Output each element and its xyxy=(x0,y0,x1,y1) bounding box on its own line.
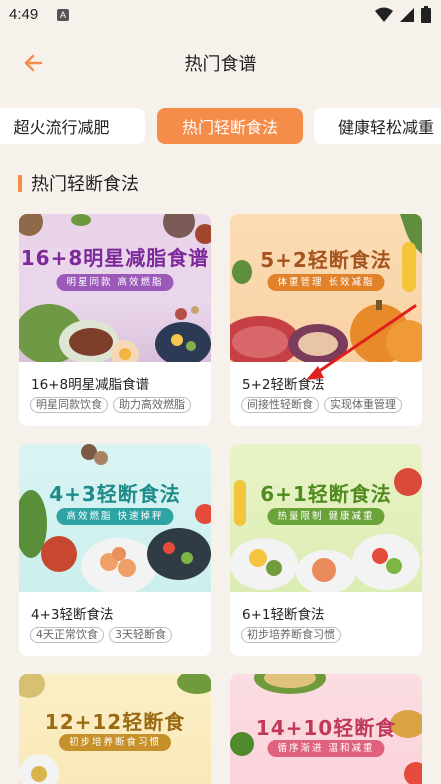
status-icons xyxy=(375,6,431,23)
recipe-card-6-1[interactable]: 6+1轻断食法 热量限制 健康减重 6+1轻断食法 初步培养断食习惯 xyxy=(230,444,422,656)
banner-subtitle: 热量限制 健康减重 xyxy=(267,508,385,525)
recipe-card-12-12[interactable]: 12+12轻断食 初步培养断食习惯 xyxy=(19,674,211,784)
banner-title: 14+10轻断食 xyxy=(255,716,397,740)
section-accent-bar xyxy=(18,174,22,192)
section-heading: 热门轻断食法 xyxy=(18,171,139,195)
banner-title: 5+2轻断食法 xyxy=(260,248,392,272)
status-time: 4:49 xyxy=(9,6,39,23)
banner-title: 12+12轻断食 xyxy=(44,710,186,734)
signal-icon xyxy=(400,7,414,22)
battery-icon xyxy=(421,6,431,23)
card-title: 4+3轻断食法 xyxy=(31,607,114,623)
card-tag: 3天轻断食 xyxy=(109,627,172,643)
card-tag: 助力高效燃脂 xyxy=(113,397,191,413)
card-title: 6+1轻断食法 xyxy=(242,607,325,623)
recipe-banner-image: 16+8明星减脂食谱 明星同款 高效燃脂 xyxy=(19,214,211,362)
recipe-card-4-3[interactable]: 4+3轻断食法 高效燃脂 快速掉秤 4+3轻断食法 4天正常饮食 3天轻断食 xyxy=(19,444,211,656)
banner-subtitle: 初步培养断食习惯 xyxy=(58,734,172,751)
card-tags: 明星同款饮食 助力高效燃脂 xyxy=(30,397,191,413)
wifi-icon xyxy=(375,7,393,22)
card-title: 16+8明星减脂食谱 xyxy=(31,377,150,393)
banner-title: 6+1轻断食法 xyxy=(260,482,392,506)
recipe-banner-image: 5+2轻断食法 体重管理 长效减脂 xyxy=(230,214,422,362)
recipe-banner-image: 4+3轻断食法 高效燃脂 快速掉秤 xyxy=(19,444,211,592)
notification-a-icon: A xyxy=(57,9,69,21)
card-tag: 初步培养断食习惯 xyxy=(241,627,341,643)
tab-healthy-weight-loss[interactable]: 健康轻松减重 xyxy=(314,108,441,144)
card-title: 5+2轻断食法 xyxy=(242,377,325,393)
recipe-card-14-10[interactable]: 14+10轻断食 循序渐进 温和减重 xyxy=(230,674,422,784)
banner-title: 16+8明星减脂食谱 xyxy=(20,246,210,270)
banner-title: 4+3轻断食法 xyxy=(49,482,181,506)
tab-trending-diet[interactable]: 超火流行减肥 xyxy=(0,108,145,144)
card-tags: 4天正常饮食 3天轻断食 xyxy=(30,627,172,643)
banner-subtitle: 体重管理 长效减脂 xyxy=(267,274,385,291)
header: 热门食谱 xyxy=(0,38,441,88)
card-tags: 初步培养断食习惯 xyxy=(241,627,341,643)
recipe-banner-image: 12+12轻断食 初步培养断食习惯 xyxy=(19,674,211,784)
tab-intermittent-fasting[interactable]: 热门轻断食法 xyxy=(157,108,303,144)
recipe-banner-image: 14+10轻断食 循序渐进 温和减重 xyxy=(230,674,422,784)
card-tag: 间接性轻断食 xyxy=(241,397,319,413)
card-tag: 实现体重管理 xyxy=(324,397,402,413)
card-tag: 明星同款饮食 xyxy=(30,397,108,413)
recipe-card-16-8[interactable]: 16+8明星减脂食谱 明星同款 高效燃脂 16+8明星减脂食谱 明星同款饮食 助… xyxy=(19,214,211,426)
recipe-card-5-2[interactable]: 5+2轻断食法 体重管理 长效减脂 5+2轻断食法 间接性轻断食 实现体重管理 xyxy=(230,214,422,426)
banner-subtitle: 高效燃脂 快速掉秤 xyxy=(56,508,174,525)
status-bar: 4:49 A xyxy=(0,0,441,32)
card-tag: 4天正常饮食 xyxy=(30,627,104,643)
banner-subtitle: 明星同款 高效燃脂 xyxy=(56,274,174,291)
category-tabs: 超火流行减肥 热门轻断食法 健康轻松减重 xyxy=(0,108,441,144)
recipe-banner-image: 6+1轻断食法 热量限制 健康减重 xyxy=(230,444,422,592)
section-title: 热门轻断食法 xyxy=(31,174,139,195)
page-title: 热门食谱 xyxy=(184,54,257,75)
card-tags: 间接性轻断食 实现体重管理 xyxy=(241,397,402,413)
banner-subtitle: 循序渐进 温和减重 xyxy=(267,740,385,757)
